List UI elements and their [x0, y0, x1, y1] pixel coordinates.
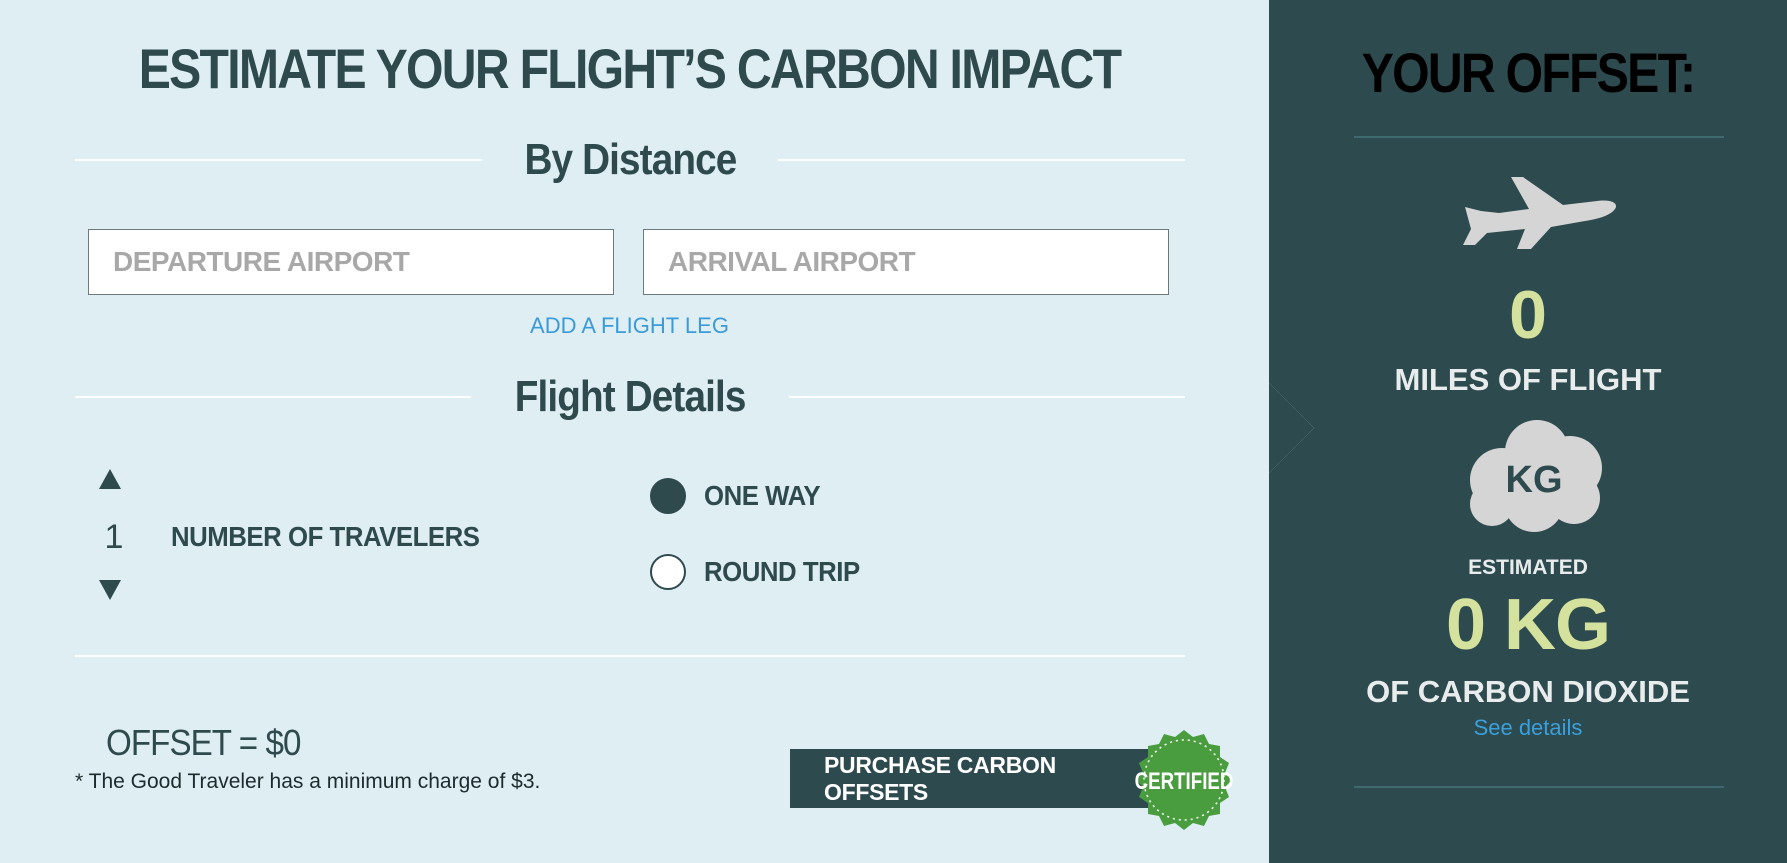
add-flight-leg-link[interactable]: ADD A FLIGHT LEG — [0, 313, 1259, 339]
heading-rule-left — [75, 159, 482, 161]
one-way-option[interactable]: ONE WAY — [650, 478, 830, 514]
cloud-kg-text: KG — [1506, 459, 1563, 501]
round-trip-option[interactable]: ROUND TRIP — [650, 554, 873, 590]
triangle-down-icon — [99, 580, 121, 600]
see-details-link[interactable]: See details — [1269, 715, 1787, 741]
cloud-kg-icon: KG — [1470, 420, 1602, 532]
flight-details-heading: Flight Details — [75, 367, 1185, 427]
summary-rule-top — [1354, 136, 1724, 138]
by-distance-heading: By Distance — [75, 130, 1186, 190]
page-title: ESTIMATE YOUR FLIGHT’S CARBON IMPACT — [138, 37, 1122, 100]
section-divider — [75, 655, 1185, 657]
heading-rule-left — [75, 396, 471, 398]
round-trip-radio[interactable] — [650, 554, 686, 590]
purchase-carbon-offsets-button[interactable]: PURCHASE CARBON OFFSETS — [790, 749, 1150, 808]
summary-title: YOUR OFFSET: — [1361, 41, 1696, 104]
departure-airport-input[interactable] — [88, 229, 614, 295]
travelers-label: NUMBER OF TRAVELERS — [171, 521, 480, 552]
heading-rule-right — [778, 159, 1186, 161]
airplane-icon — [1463, 177, 1617, 249]
estimate-panel: ESTIMATE YOUR FLIGHT’S CARBON IMPACT By … — [0, 0, 1269, 863]
co2-label: OF CARBON DIOXIDE — [1366, 674, 1690, 709]
miles-value: 0 — [1509, 277, 1547, 353]
arrival-airport-input[interactable] — [643, 229, 1169, 295]
summary-rule-bottom — [1354, 786, 1724, 788]
round-trip-label: ROUND TRIP — [704, 556, 860, 587]
offset-total: OFFSET = $0 — [106, 722, 301, 763]
travelers-count[interactable]: 1 — [94, 518, 134, 557]
seal-text: CERTIFIED — [1135, 768, 1234, 795]
one-way-label: ONE WAY — [704, 480, 821, 511]
travelers-decrement-button[interactable] — [99, 580, 123, 604]
heading-rule-right — [789, 396, 1185, 398]
flight-details-label: Flight Details — [514, 372, 747, 421]
miles-label: MILES OF FLIGHT — [1394, 362, 1662, 397]
estimated-label: ESTIMATED — [1468, 556, 1588, 579]
co2-kg-value: 0 KG — [1445, 585, 1611, 665]
travelers-increment-button[interactable] — [99, 469, 123, 493]
carbon-calculator: ESTIMATE YOUR FLIGHT’S CARBON IMPACT By … — [0, 0, 1787, 863]
one-way-radio[interactable] — [650, 478, 686, 514]
panel-pointer — [1269, 383, 1314, 473]
triangle-up-icon — [99, 469, 121, 489]
certified-seal-icon: CERTIFIED — [1135, 730, 1234, 830]
by-distance-label: By Distance — [524, 135, 737, 184]
minimum-charge-note: * The Good Traveler has a minimum charge… — [75, 770, 541, 793]
